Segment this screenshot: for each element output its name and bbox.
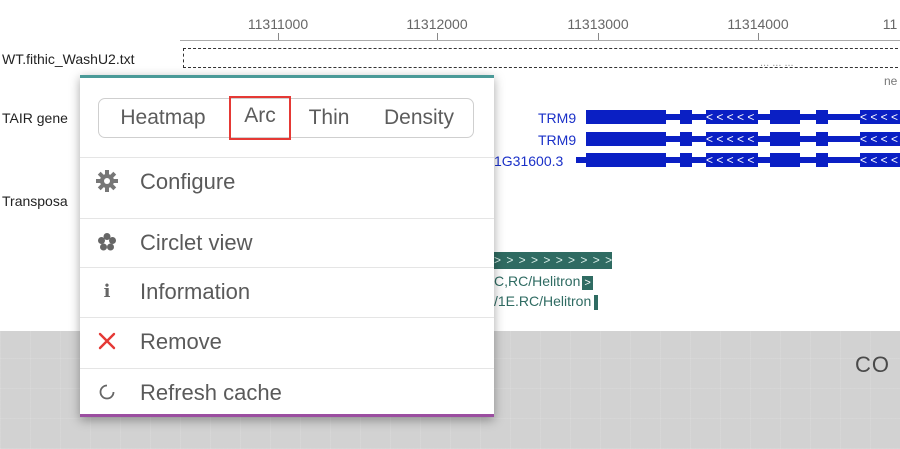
transposon-label[interactable]: /1E.RC/Helitron <box>494 293 599 310</box>
gene-exon <box>816 132 828 146</box>
menu-item-label: Refresh cache <box>140 380 282 405</box>
menu-item-information[interactable]: i Information <box>80 267 494 315</box>
transposon-label[interactable]: C,RC/Helitron > <box>494 273 593 290</box>
gene-exon: < < < < < < < < < < < <box>860 153 900 167</box>
gear-icon <box>94 168 120 194</box>
ruler-label: 11314000 <box>727 16 789 32</box>
gene-exon <box>770 110 800 124</box>
gene-exon: < < < < < < < < < < < <box>706 153 758 167</box>
gene-exon <box>586 110 666 124</box>
gene-label[interactable]: TRM9 <box>538 110 576 126</box>
gene-exon <box>770 132 800 146</box>
transposon-label-text: C,RC/Helitron <box>494 273 581 289</box>
mode-arc-button[interactable]: Arc <box>229 96 291 140</box>
menu-item-label: Information <box>140 279 251 304</box>
gene-exon <box>816 153 828 167</box>
menu-item-label: Configure <box>140 169 236 194</box>
gene-exon: < < < < < < < < < < < <box>706 110 758 124</box>
transposon-marker-bar <box>594 294 599 310</box>
flower-icon <box>94 229 120 255</box>
gene-exon <box>770 153 800 167</box>
close-icon <box>94 328 120 354</box>
transposon-marker: > <box>582 276 593 290</box>
info-icon: i <box>103 280 111 302</box>
gene-label[interactable]: 1G31600.3 <box>494 153 563 169</box>
menu-item-label: Remove <box>140 329 222 354</box>
menu-item-label: Circlet view <box>140 230 253 255</box>
menu-item-configure[interactable]: Configure <box>80 157 494 205</box>
fithic-faint-right: ne <box>884 74 898 88</box>
ruler-label: 11 <box>882 16 898 32</box>
gene-exon: < < < < < < < < < < < <box>706 132 758 146</box>
gene-exon: < < < < < < < < < < < <box>860 132 900 146</box>
track-label-fithic[interactable]: WT.fithic_WashU2.txt <box>2 51 135 67</box>
ruler-label: 11312000 <box>406 16 468 32</box>
gene-exon <box>586 132 666 146</box>
track-label-transposon[interactable]: Transposa <box>2 193 68 209</box>
menu-item-remove[interactable]: Remove <box>80 317 494 365</box>
menu-item-refresh-cache[interactable]: Refresh cache <box>80 368 494 416</box>
ruler-label: 11311000 <box>247 16 309 32</box>
mode-thin-button[interactable]: Thin <box>297 99 361 137</box>
ruler-axis-line <box>180 40 900 41</box>
gene-exon <box>816 110 828 124</box>
gene-exon <box>680 153 692 167</box>
fithic-faint-text: ... ... ... <box>760 57 794 69</box>
gene-label[interactable]: TRM9 <box>538 132 576 148</box>
transposon-feature-bar[interactable]: > > > > > > > > > > <box>494 252 612 269</box>
gene-exon: < < < < < < < < < < < <box>860 110 900 124</box>
mode-heatmap-button[interactable]: Heatmap <box>105 99 221 137</box>
refresh-icon <box>94 379 120 405</box>
menu-item-circlet-view[interactable]: Circlet view <box>80 218 494 266</box>
gene-exon <box>680 132 692 146</box>
bottom-corner-text: CO <box>855 352 890 377</box>
transposon-label-text: /1E.RC/Helitron <box>494 293 592 309</box>
gene-exon <box>586 153 666 167</box>
track-context-menu: Heatmap Arc Thin Density Configure Circl… <box>80 75 494 417</box>
track-label-tair[interactable]: TAIR gene <box>2 110 68 126</box>
gene-exon <box>680 110 692 124</box>
ruler-label: 11313000 <box>567 16 629 32</box>
display-mode-toggle: Heatmap Arc Thin Density <box>98 96 474 140</box>
mode-density-button[interactable]: Density <box>371 99 467 137</box>
